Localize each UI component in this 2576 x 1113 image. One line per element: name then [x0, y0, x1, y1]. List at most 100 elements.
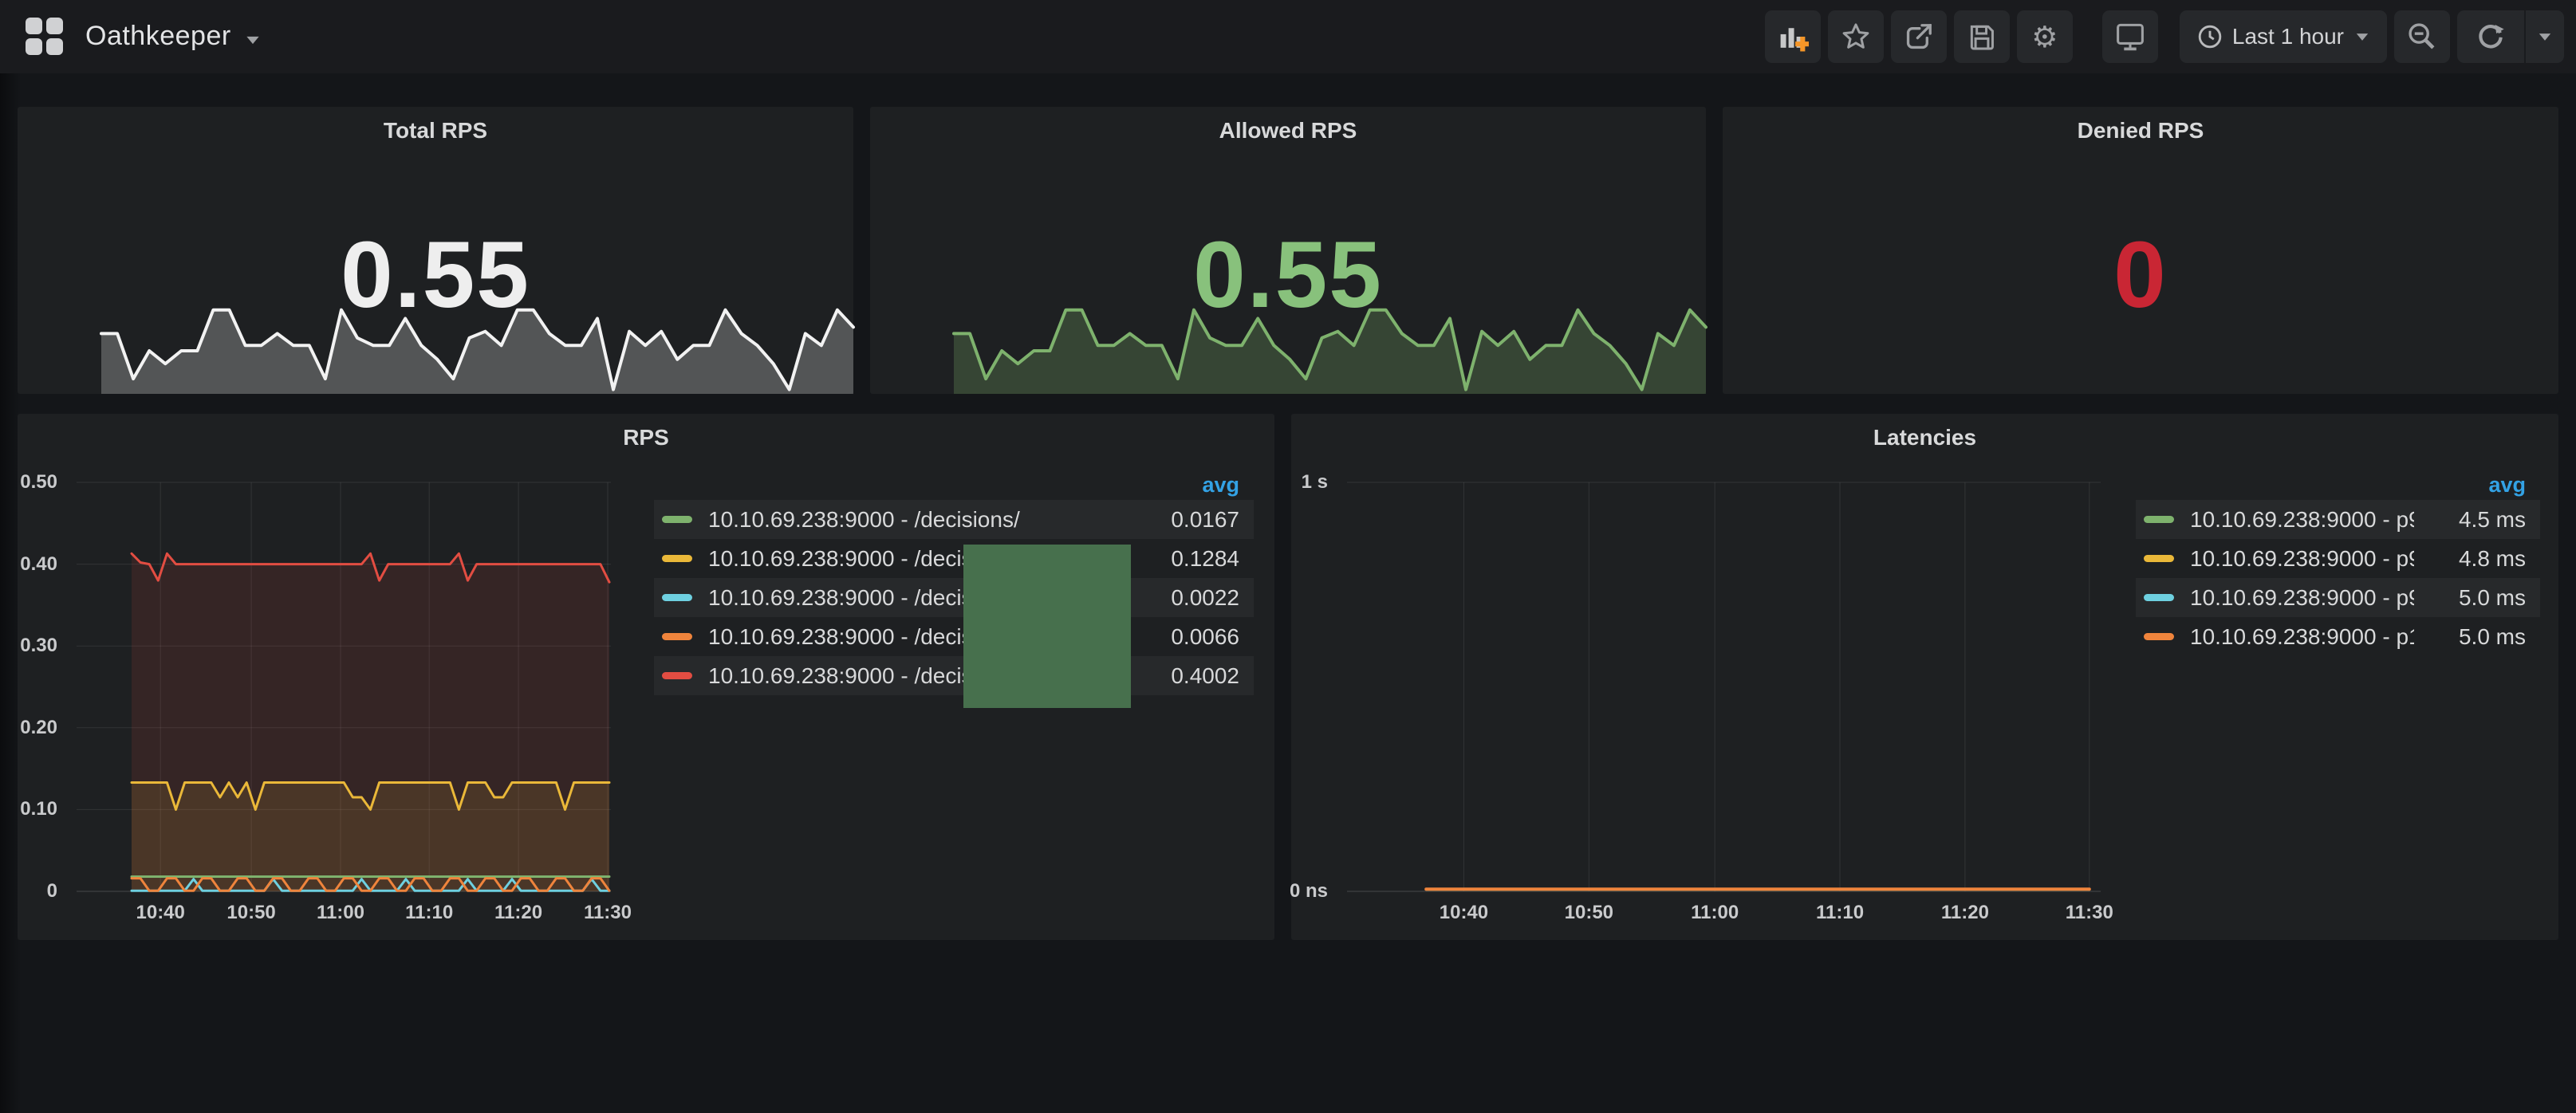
legend-row[interactable]: 10.10.69.238:9000 - /decisions/0.0167: [654, 500, 1254, 539]
series-label[interactable]: 10.10.69.238:9000 - p90: [2190, 507, 2414, 533]
legend-row[interactable]: 10.10.69.238:9000 - p1005.0 ms: [2136, 617, 2540, 656]
latencies-chart[interactable]: [1347, 482, 2101, 891]
dashboards-grid-icon[interactable]: [26, 18, 63, 55]
x-axis-label: 11:30: [2066, 902, 2113, 924]
panel-title[interactable]: Allowed RPS: [870, 118, 1706, 144]
chevron-down-icon: [2357, 33, 2368, 41]
legend-row[interactable]: 10.10.69.238:9000 - /decisions/0.0022: [654, 578, 1254, 617]
legend-avg-header[interactable]: avg: [2136, 473, 2540, 500]
x-axis-label: 10:50: [1565, 902, 1613, 924]
total-rps-sparkline[interactable]: [101, 286, 853, 394]
latencies-legend: avg 10.10.69.238:9000 - p904.5 ms10.10.6…: [2136, 473, 2540, 656]
series-avg-value: 5.0 ms: [2414, 585, 2526, 611]
x-axis-label: 10:40: [1440, 902, 1488, 924]
series-color-dash: [2144, 555, 2174, 562]
x-axis-label: 10:40: [136, 902, 184, 924]
legend-row[interactable]: 10.10.69.238:9000 - /decisions/0.0066: [654, 617, 1254, 656]
save-button[interactable]: [1954, 10, 2010, 63]
series-label[interactable]: 10.10.69.238:9000 - p100: [2190, 624, 2414, 650]
refresh-button[interactable]: [2457, 10, 2524, 63]
series-color-dash: [662, 672, 692, 679]
rps-chart[interactable]: [77, 482, 611, 891]
latencies-panel: Latencies 1 s0 ns 10:4010:5011:0011:1011…: [1291, 414, 2558, 940]
zoom-out-icon: [2406, 21, 2438, 53]
dashboard-toolbar: ⚙ Last 1 hour: [1758, 10, 2564, 63]
gear-icon: ⚙: [2031, 22, 2058, 52]
series-color-dash: [2144, 516, 2174, 523]
legend-row[interactable]: 10.10.69.238:9000 - /decisions/0.4002: [654, 656, 1254, 695]
series-label[interactable]: 10.10.69.238:9000 - /decisions/: [708, 507, 1128, 533]
refresh-button-group: [2457, 10, 2564, 63]
denied-rps-panel: Denied RPS 0: [1723, 107, 2558, 394]
series-color-dash: [662, 555, 692, 562]
series-label[interactable]: 10.10.69.238:9000 - p99: [2190, 585, 2414, 611]
time-range-label: Last 1 hour: [2232, 24, 2344, 49]
series-color-dash: [2144, 594, 2174, 601]
star-icon: [1841, 22, 1871, 52]
grafana-dashboard: Oathkeeper: [0, 0, 2576, 1113]
allowed-rps-panel: Allowed RPS 0.55: [870, 107, 1706, 394]
panel-title[interactable]: Total RPS: [18, 118, 853, 144]
y-axis-label: 0 ns: [1282, 880, 1328, 903]
zoom-out-button[interactable]: [2394, 10, 2450, 63]
series-avg-value: 0.1284: [1128, 546, 1239, 572]
legend-row[interactable]: 10.10.69.238:9000 - /decisions/0.1284: [654, 539, 1254, 578]
refresh-interval-dropdown[interactable]: [2524, 10, 2564, 63]
series-avg-value: 0.0022: [1128, 585, 1239, 611]
add-panel-button[interactable]: [1765, 10, 1821, 63]
share-button[interactable]: [1891, 10, 1947, 63]
series-avg-value: 4.5 ms: [2414, 507, 2526, 533]
dashboard-title-menu[interactable]: Oathkeeper: [26, 18, 260, 55]
y-axis-label: 0.20: [8, 717, 57, 739]
chevron-down-icon: [2539, 33, 2550, 41]
save-icon: [1967, 22, 1997, 52]
series-color-dash: [2144, 633, 2174, 640]
time-range-picker[interactable]: Last 1 hour: [2180, 10, 2387, 63]
x-axis-label: 11:10: [1816, 902, 1864, 924]
legend-row[interactable]: 10.10.69.238:9000 - p904.5 ms: [2136, 500, 2540, 539]
stat-value: 0: [1723, 217, 2558, 332]
rps-legend: avg 10.10.69.238:9000 - /decisions/0.016…: [654, 473, 1254, 695]
series-avg-value: 5.0 ms: [2414, 624, 2526, 650]
panel-title[interactable]: Denied RPS: [1723, 118, 2558, 144]
series-avg-value: 0.4002: [1128, 663, 1239, 689]
share-icon: [1904, 22, 1934, 52]
series-avg-value: 0.0066: [1128, 624, 1239, 650]
series-color-dash: [662, 594, 692, 601]
series-color-dash: [662, 516, 692, 523]
cycle-view-button[interactable]: [2102, 10, 2158, 63]
legend-row[interactable]: 10.10.69.238:9000 - p995.0 ms: [2136, 578, 2540, 617]
green-overlay: [963, 545, 1131, 708]
add-panel-icon: [1777, 21, 1809, 53]
total-rps-panel: Total RPS 0.55: [18, 107, 853, 394]
panel-title[interactable]: Latencies: [1291, 425, 2558, 450]
y-axis-label: 0.30: [8, 635, 57, 657]
y-axis-label: 0: [8, 880, 57, 903]
clock-icon: [2197, 24, 2223, 49]
x-axis-label: 11:10: [405, 902, 453, 924]
settings-button[interactable]: ⚙: [2017, 10, 2073, 63]
y-axis-label: 0.50: [8, 471, 57, 494]
series-color-dash: [662, 633, 692, 640]
series-avg-value: 0.0167: [1128, 507, 1239, 533]
chevron-down-icon: [246, 37, 258, 44]
y-axis-label: 1 s: [1282, 471, 1328, 494]
allowed-rps-sparkline[interactable]: [954, 286, 1706, 394]
x-axis-label: 11:20: [1941, 902, 1989, 924]
x-axis-label: 11:00: [317, 902, 364, 924]
star-button[interactable]: [1828, 10, 1884, 63]
x-axis-label: 10:50: [226, 902, 275, 924]
dashboard-header: Oathkeeper: [0, 0, 2576, 73]
dashboard-title[interactable]: Oathkeeper: [85, 21, 231, 52]
y-axis-label: 0.10: [8, 798, 57, 820]
x-axis-label: 11:30: [584, 902, 632, 924]
panel-title[interactable]: RPS: [18, 425, 1274, 450]
rps-panel: RPS 0.500.400.300.200.100 10:4010:5011:0…: [18, 414, 1274, 940]
x-axis-label: 11:20: [494, 902, 542, 924]
legend-avg-header[interactable]: avg: [654, 473, 1254, 500]
x-axis-label: 11:00: [1691, 902, 1739, 924]
monitor-icon: [2114, 21, 2146, 53]
y-axis-label: 0.40: [8, 553, 57, 576]
legend-row[interactable]: 10.10.69.238:9000 - p954.8 ms: [2136, 539, 2540, 578]
series-label[interactable]: 10.10.69.238:9000 - p95: [2190, 546, 2414, 572]
